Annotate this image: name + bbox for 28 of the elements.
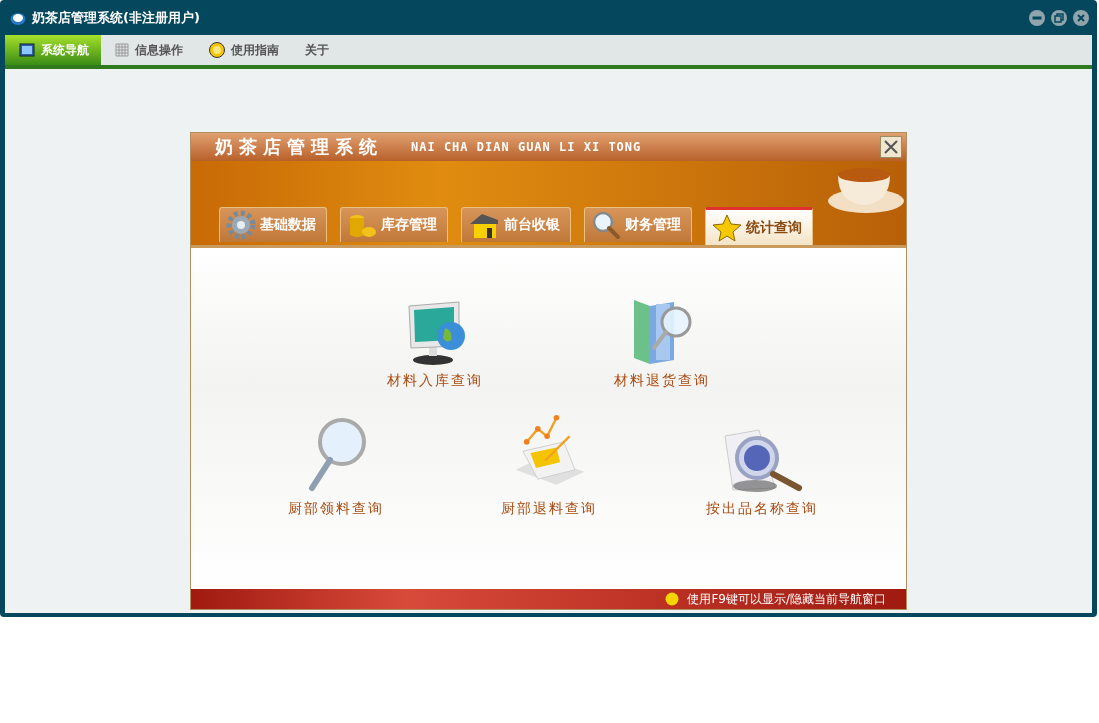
dialog-subtitle: NAI CHA DIAN GUAN LI XI TONG — [411, 140, 643, 154]
restore-button[interactable] — [1051, 9, 1067, 26]
help-icon — [209, 42, 225, 58]
close-button[interactable] — [1073, 9, 1089, 26]
menu-tab[interactable]: 使用指南 — [195, 35, 291, 65]
module-tab[interactable]: 财务管理 — [584, 207, 692, 242]
star-icon — [712, 212, 742, 243]
query-link[interactable]: 按出品名称查询 — [705, 500, 818, 518]
dialog-title: 奶茶店管理系统 — [215, 135, 383, 159]
query-link[interactable]: 材料入库查询 — [387, 372, 483, 390]
menu-tab[interactable]: 信息操作 — [101, 35, 195, 65]
window-title: 奶茶店管理系统(非注册用户) — [32, 8, 201, 27]
query-link[interactable]: 厨部领料查询 — [287, 500, 384, 518]
magnifier-icon — [591, 210, 621, 240]
module-tab[interactable]: 统计查询 — [705, 207, 813, 245]
monitor-icon — [19, 43, 35, 57]
status-text: 使用F9键可以显示/隐藏当前导航窗口 — [687, 590, 886, 608]
query-link[interactable]: 材料退货查询 — [614, 372, 710, 390]
close-button[interactable] — [880, 136, 902, 158]
query-link[interactable]: 厨部退料查询 — [500, 500, 597, 518]
module-tab[interactable]: 库存管理 — [340, 207, 448, 242]
module-tab[interactable]: 基础数据 — [219, 207, 327, 242]
module-tab[interactable]: 前台收银 — [461, 207, 571, 242]
gear-icon — [226, 210, 256, 240]
grid-icon — [115, 43, 129, 57]
bulb-icon — [665, 592, 680, 606]
menu-tab[interactable]: 关于 — [291, 35, 341, 65]
minimize-button[interactable] — [1029, 9, 1045, 26]
